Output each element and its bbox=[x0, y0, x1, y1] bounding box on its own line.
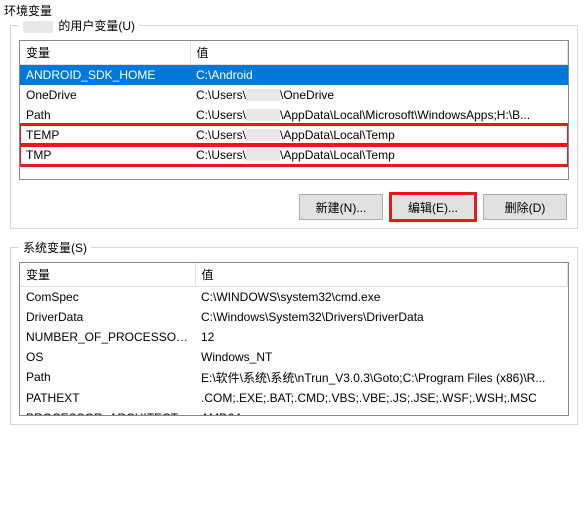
username-redacted bbox=[23, 21, 53, 33]
table-row[interactable]: OneDriveC:\Users\\OneDrive bbox=[20, 85, 568, 105]
table-row[interactable]: TMPC:\Users\\AppData\Local\Temp bbox=[20, 145, 568, 165]
username-redacted bbox=[246, 129, 280, 141]
column-header-variable[interactable]: 变量 bbox=[20, 41, 190, 65]
cell-variable: ComSpec bbox=[20, 287, 195, 307]
system-variables-table-wrap: 变量 值 ComSpecC:\WINDOWS\system32\cmd.exeD… bbox=[19, 262, 569, 416]
table-header-row: 变量 值 bbox=[20, 263, 568, 287]
cell-variable: TEMP bbox=[20, 125, 190, 145]
cell-variable: NUMBER_OF_PROCESSORS bbox=[20, 327, 195, 347]
cell-value: C:\Android bbox=[190, 65, 568, 85]
system-variables-table[interactable]: 变量 值 ComSpecC:\WINDOWS\system32\cmd.exeD… bbox=[20, 263, 568, 416]
column-header-variable[interactable]: 变量 bbox=[20, 263, 195, 287]
username-redacted bbox=[246, 89, 280, 101]
cell-value: Windows_NT bbox=[195, 347, 568, 367]
cell-value: C:\Users\\AppData\Local\Temp bbox=[190, 145, 568, 165]
table-header-row: 变量 值 bbox=[20, 41, 568, 65]
cell-value: AMD64 bbox=[195, 408, 568, 417]
cell-value: C:\WINDOWS\system32\cmd.exe bbox=[195, 287, 568, 307]
cell-value: 12 bbox=[195, 327, 568, 347]
user-variables-group: 的用户变量(U) 变量 值 ANDROID_SDK_HOMEC:\Android… bbox=[10, 25, 578, 229]
cell-variable: DriverData bbox=[20, 307, 195, 327]
edit-user-var-button[interactable]: 编辑(E)... bbox=[391, 194, 475, 220]
table-row[interactable]: ANDROID_SDK_HOMEC:\Android bbox=[20, 65, 568, 85]
new-user-var-button[interactable]: 新建(N)... bbox=[299, 194, 383, 220]
cell-value: C:\Users\\AppData\Local\Microsoft\Window… bbox=[190, 105, 568, 125]
table-row[interactable]: PathC:\Users\\AppData\Local\Microsoft\Wi… bbox=[20, 105, 568, 125]
table-row[interactable]: NUMBER_OF_PROCESSORS12 bbox=[20, 327, 568, 347]
user-variables-group-title: 的用户变量(U) bbox=[19, 17, 139, 34]
table-row[interactable]: PathE:\软件\系统\系统\nTrun_V3.0.3\Goto;C:\Pro… bbox=[20, 367, 568, 388]
cell-variable: PATHEXT bbox=[20, 388, 195, 408]
cell-variable: Path bbox=[20, 105, 190, 125]
delete-user-var-button[interactable]: 删除(D) bbox=[483, 194, 567, 220]
column-header-value[interactable]: 值 bbox=[195, 263, 568, 287]
cell-variable: OS bbox=[20, 347, 195, 367]
table-row[interactable]: OSWindows_NT bbox=[20, 347, 568, 367]
cell-variable: PROCESSOR_ARCHITECT... bbox=[20, 408, 195, 417]
cell-variable: TMP bbox=[20, 145, 190, 165]
user-variables-table[interactable]: 变量 值 ANDROID_SDK_HOMEC:\AndroidOneDriveC… bbox=[20, 41, 568, 165]
column-header-value[interactable]: 值 bbox=[190, 41, 568, 65]
table-row[interactable]: PATHEXT.COM;.EXE;.BAT;.CMD;.VBS;.VBE;.JS… bbox=[20, 388, 568, 408]
table-row[interactable]: TEMPC:\Users\\AppData\Local\Temp bbox=[20, 125, 568, 145]
cell-value: C:\Windows\System32\Drivers\DriverData bbox=[195, 307, 568, 327]
cell-value: .COM;.EXE;.BAT;.CMD;.VBS;.VBE;.JS;.JSE;.… bbox=[195, 388, 568, 408]
system-variables-group-title: 系统变量(S) bbox=[19, 239, 91, 256]
cell-value: C:\Users\\OneDrive bbox=[190, 85, 568, 105]
cell-variable: Path bbox=[20, 367, 195, 388]
table-row[interactable]: PROCESSOR_ARCHITECT...AMD64 bbox=[20, 408, 568, 417]
user-variables-table-wrap: 变量 值 ANDROID_SDK_HOMEC:\AndroidOneDriveC… bbox=[19, 40, 569, 180]
cell-variable: OneDrive bbox=[20, 85, 190, 105]
system-variables-group: 系统变量(S) 变量 值 ComSpecC:\WINDOWS\system32\… bbox=[10, 247, 578, 425]
cell-variable: ANDROID_SDK_HOME bbox=[20, 65, 190, 85]
user-variables-buttons: 新建(N)... 编辑(E)... 删除(D) bbox=[19, 194, 569, 220]
username-redacted bbox=[246, 109, 280, 121]
cell-value: C:\Users\\AppData\Local\Temp bbox=[190, 125, 568, 145]
username-redacted bbox=[246, 149, 280, 161]
user-vars-group-label: 的用户变量(U) bbox=[55, 19, 135, 33]
cell-value: E:\软件\系统\系统\nTrun_V3.0.3\Goto;C:\Program… bbox=[195, 367, 568, 388]
table-row[interactable]: ComSpecC:\WINDOWS\system32\cmd.exe bbox=[20, 287, 568, 307]
table-row[interactable]: DriverDataC:\Windows\System32\Drivers\Dr… bbox=[20, 307, 568, 327]
